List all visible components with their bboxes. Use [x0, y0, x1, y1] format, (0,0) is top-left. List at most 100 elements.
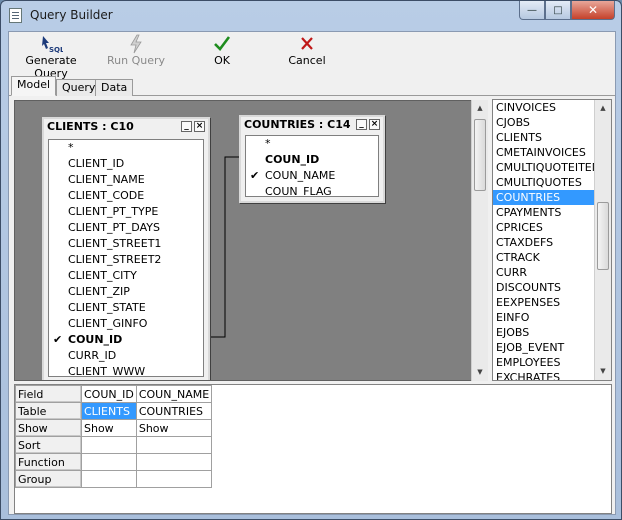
field-row[interactable]: CLIENT_CODE [49, 188, 203, 204]
model-canvas[interactable]: CLIENTS : C10 _ × * CLIENT_ID CLIENT_NAME C… [14, 100, 474, 381]
table-list-item[interactable]: CPAYMENTS [493, 205, 594, 220]
table-list-item[interactable]: CTRACK [493, 250, 594, 265]
close-button[interactable]: ✕ [571, 1, 615, 20]
grid-cell[interactable] [81, 470, 137, 488]
toolbar: SQL Generate Query Run Query OK Cancel [9, 32, 615, 80]
field-row[interactable]: CLIENT_ZIP [49, 284, 203, 300]
field-row[interactable]: ✔ COUN_ID [49, 332, 203, 348]
scroll-thumb[interactable] [474, 119, 486, 191]
field-row[interactable]: * [49, 140, 203, 156]
table-list-item[interactable]: CPRICES [493, 220, 594, 235]
minimize-button[interactable]: — [519, 1, 545, 20]
sql-generate-icon: SQL [11, 34, 91, 54]
table-list-item[interactable]: CLIENTS [493, 130, 594, 145]
countries-table-box[interactable]: COUNTRIES : C14 _ × * COUN_ID ✔ COUN_NAME CO… [239, 115, 385, 203]
field-row[interactable]: CLIENT_PT_DAYS [49, 220, 203, 236]
scroll-down-arrow-icon[interactable]: ▼ [472, 364, 488, 381]
table-list-item[interactable]: COUNTRIES [493, 190, 594, 205]
grid-row-header: Sort [15, 436, 82, 454]
table-list-item[interactable]: CTAXDEFS [493, 235, 594, 250]
field-name: COUN_FLAG [265, 185, 332, 197]
grid-cell[interactable]: CLIENTS [81, 402, 137, 420]
field-row[interactable]: COUN_FLAG [246, 184, 378, 197]
clients-table-box[interactable]: CLIENTS : C10 _ × * CLIENT_ID CLIENT_NAME C… [42, 117, 210, 380]
tab-strip: Model Query Data [9, 76, 615, 96]
table-list-item[interactable]: EXCHRATES [493, 370, 594, 380]
dialog-body: SQL Generate Query Run Query OK Cancel M… [8, 31, 616, 515]
title-bar[interactable]: Query Builder — □ ✕ [1, 1, 621, 31]
query-grid[interactable]: Field COUN_ID COUN_NAME Table CLIENTS COUNTRI… [14, 384, 612, 514]
scroll-down-arrow-icon[interactable]: ▼ [595, 363, 611, 380]
grid-cell[interactable]: Show [81, 419, 137, 437]
grid-cell[interactable] [135, 453, 213, 471]
table-list-item[interactable]: EMPLOYEES [493, 355, 594, 370]
grid-cell[interactable] [135, 470, 213, 488]
tab-data[interactable]: Data [95, 79, 134, 96]
table-list-item[interactable]: CURR [493, 265, 594, 280]
grid-cell[interactable]: Show [135, 419, 213, 437]
field-name: CLIENT_PT_DAYS [68, 221, 160, 234]
field-row[interactable]: CLIENT_STREET1 [49, 236, 203, 252]
field-name: * [265, 137, 271, 150]
field-row[interactable]: CURR_ID [49, 348, 203, 364]
cancel-button[interactable]: Cancel [287, 34, 327, 67]
field-row[interactable]: CLIENT_ID [49, 156, 203, 172]
field-row[interactable]: CLIENT_CITY [49, 268, 203, 284]
field-row[interactable]: ✔ COUN_NAME [246, 168, 378, 184]
scroll-thumb[interactable] [597, 202, 609, 270]
query-grid-table: Field COUN_ID COUN_NAME Table CLIENTS COUNTRI… [15, 385, 213, 488]
table-list-item[interactable]: DISCOUNTS [493, 280, 594, 295]
grid-cell[interactable]: COUN_ID [81, 385, 137, 403]
table-list-item[interactable]: CINVOICES [493, 100, 594, 115]
field-name: CLIENT_CODE [68, 189, 145, 202]
grid-row-header: Field [15, 385, 82, 403]
field-row[interactable]: CLIENT_PT_TYPE [49, 204, 203, 220]
app-document-icon [9, 8, 22, 23]
close-table-icon[interactable]: × [369, 119, 380, 130]
field-row[interactable]: CLIENT_GINFO [49, 316, 203, 332]
clients-field-list[interactable]: * CLIENT_ID CLIENT_NAME CLIENT_CODE CLIENT_P… [48, 139, 204, 377]
table-list-item[interactable]: EEXPENSES [493, 295, 594, 310]
table-list-item[interactable]: CMULTIQUOTEITEMS [493, 160, 594, 175]
minimize-table-icon[interactable]: _ [181, 121, 192, 132]
grid-cell[interactable]: COUNTRIES [135, 402, 213, 420]
tab-model[interactable]: Model [11, 76, 57, 96]
field-row[interactable]: COUN_ID [246, 152, 378, 168]
scroll-up-arrow-icon[interactable]: ▲ [595, 100, 611, 117]
table-list-item[interactable]: EJOB_EVENT [493, 340, 594, 355]
generate-query-button[interactable]: SQL Generate Query [11, 34, 91, 80]
ok-button[interactable]: OK [205, 34, 239, 67]
grid-row-header: Group [15, 470, 82, 488]
clients-table-header[interactable]: CLIENTS : C10 _ × [44, 119, 208, 135]
table-list[interactable]: CINVOICES CJOBS CLIENTS CMETAINVOICES CMULTI… [492, 99, 612, 381]
field-name: CLIENT_ZIP [68, 285, 130, 298]
field-row[interactable]: CLIENT_STATE [49, 300, 203, 316]
table-list-item[interactable]: CMULTIQUOTES [493, 175, 594, 190]
cancel-label: Cancel [288, 54, 326, 67]
grid-row: Field COUN_ID COUN_NAME [15, 385, 213, 403]
field-row[interactable]: CLIENT_STREET2 [49, 252, 203, 268]
grid-cell[interactable] [81, 436, 137, 454]
table-list-item[interactable]: EINFO [493, 310, 594, 325]
table-list-item[interactable]: CMETAINVOICES [493, 145, 594, 160]
run-query-button[interactable]: Run Query [105, 34, 167, 67]
grid-cell[interactable] [81, 453, 137, 471]
field-row[interactable]: CLIENT_WWW [49, 364, 203, 376]
countries-table-header[interactable]: COUNTRIES : C14 _ × [241, 117, 383, 133]
close-table-icon[interactable]: × [194, 121, 205, 132]
field-name: CLIENT_STREET2 [68, 253, 162, 266]
table-list-scrollbar[interactable]: ▲ ▼ [594, 100, 611, 380]
minimize-table-icon[interactable]: _ [356, 119, 367, 130]
canvas-vertical-scrollbar[interactable]: ▲ ▼ [471, 100, 488, 381]
scroll-up-arrow-icon[interactable]: ▲ [472, 100, 488, 117]
clients-table-title: CLIENTS : C10 [47, 120, 134, 133]
grid-cell[interactable]: COUN_NAME [135, 385, 213, 403]
maximize-button[interactable]: □ [545, 1, 571, 20]
field-row[interactable]: CLIENT_NAME [49, 172, 203, 188]
countries-field-list[interactable]: * COUN_ID ✔ COUN_NAME COUN_FLAG [245, 135, 379, 197]
field-name: CLIENT_STREET1 [68, 237, 162, 250]
table-list-item[interactable]: CJOBS [493, 115, 594, 130]
field-row[interactable]: * [246, 136, 378, 152]
grid-cell[interactable] [135, 436, 213, 454]
table-list-item[interactable]: EJOBS [493, 325, 594, 340]
